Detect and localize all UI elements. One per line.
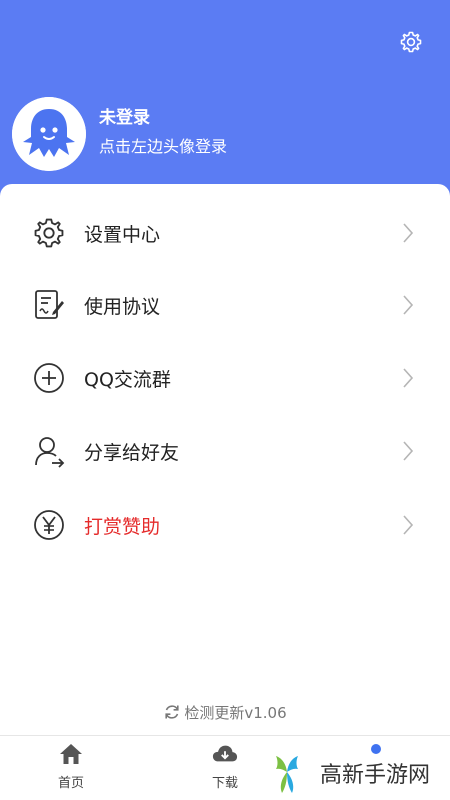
login-hint-text[interactable]: 点击左边头像登录 [99, 136, 227, 158]
profile-header: 未登录 点击左边头像登录 [0, 0, 450, 200]
home-icon [58, 742, 84, 766]
menu-item-qq-group[interactable]: QQ交流群 [0, 342, 450, 414]
share-user-icon [32, 434, 66, 468]
watermark-logo-icon [263, 748, 311, 797]
watermark-text: 高新手游网 [320, 762, 431, 788]
menu-item-settings-center[interactable]: 设置中心 [0, 197, 450, 269]
tab-label: 首页 [57, 776, 84, 791]
cloud-download-icon [212, 742, 238, 766]
document-edit-icon [32, 288, 66, 322]
chevron-right-icon [400, 439, 416, 463]
check-update-label: 检测更新v1.06 [184, 703, 287, 722]
menu-card: 设置中心 使用协议 QQ交流群 分享给好友 打赏赞助 [0, 184, 450, 736]
avatar[interactable] [12, 97, 86, 171]
gear-icon [32, 216, 66, 250]
chevron-right-icon [400, 366, 416, 390]
tab-home[interactable]: 首页 [36, 742, 106, 796]
menu-item-label: QQ交流群 [84, 368, 171, 391]
menu-item-label: 分享给好友 [84, 441, 180, 464]
gear-icon [400, 31, 422, 53]
chevron-right-icon [400, 513, 416, 537]
menu-item-label: 设置中心 [84, 223, 161, 246]
settings-button[interactable] [397, 28, 425, 56]
chevron-right-icon [400, 221, 416, 245]
yen-circle-icon [32, 508, 66, 542]
refresh-icon [163, 703, 181, 721]
tab-label: 下载 [211, 776, 238, 791]
menu-item-user-agreement[interactable]: 使用协议 [0, 269, 450, 341]
menu-item-donate[interactable]: 打赏赞助 [0, 489, 450, 561]
site-watermark: 高新手游网 [262, 745, 448, 800]
menu-item-label: 使用协议 [84, 295, 161, 318]
ghost-avatar-icon [12, 97, 86, 171]
check-update-button[interactable]: 检测更新v1.06 [0, 700, 450, 724]
menu-item-share-friends[interactable]: 分享给好友 [0, 415, 450, 487]
tab-download[interactable]: 下载 [190, 742, 260, 796]
plus-circle-icon [32, 361, 66, 395]
chevron-right-icon [400, 293, 416, 317]
login-status-title[interactable]: 未登录 [99, 107, 150, 129]
menu-item-label: 打赏赞助 [84, 515, 161, 538]
